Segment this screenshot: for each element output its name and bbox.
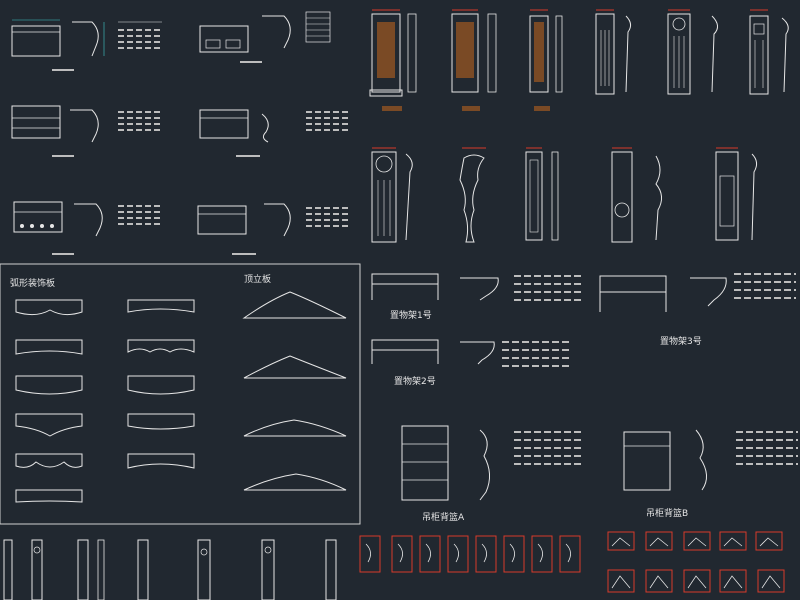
shelf-2-label: 置物架2号 [394,375,436,387]
shelf-1-label: 置物架1号 [390,309,432,321]
panel-arc-title: 弧形装饰板 [10,277,55,289]
cabinet-a-label: 吊柜背篮A [422,511,465,523]
cad-drawing-canvas: 弧形装饰板 顶立板 置物架1号 置物架2号 置物架3号 吊柜背篮A 吊柜背篮B [0,0,800,600]
shelf-3-label: 置物架3号 [660,335,702,347]
panel-top-title: 顶立板 [244,273,271,285]
cabinet-b-label: 吊柜背篮B [646,507,688,519]
